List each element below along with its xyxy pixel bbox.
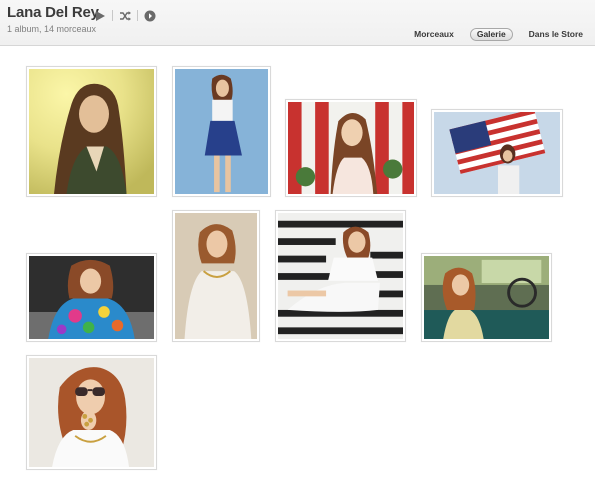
gallery-photo[interactable] (26, 66, 157, 197)
play-icon[interactable] (94, 9, 106, 21)
tab-galerie[interactable]: Galerie (469, 28, 513, 41)
tab-morceaux[interactable]: Morceaux (408, 28, 460, 41)
divider (137, 9, 138, 21)
photo-white-sweater (175, 213, 257, 339)
artist-subtitle: 1 album, 14 morceaux (7, 24, 97, 34)
gallery-photo[interactable] (26, 253, 157, 342)
header-controls (94, 9, 156, 22)
photo-american-flag (434, 112, 560, 194)
gallery-photo[interactable] (285, 99, 417, 197)
divider (112, 9, 113, 21)
gallery-photo[interactable] (421, 253, 552, 342)
gallery-photo[interactable] (26, 355, 157, 470)
artist-header: Lana Del Rey 1 album, 14 morceaux Morcea… (0, 0, 595, 46)
gallery-photo[interactable] (172, 210, 260, 342)
gallery-photo[interactable] (275, 210, 406, 342)
shuffle-icon[interactable] (119, 9, 131, 21)
artist-title: Lana Del Rey (7, 4, 99, 21)
gallery-photo[interactable] (431, 109, 563, 197)
photo-blue-skirt (175, 69, 268, 194)
photo-vintage-car (424, 256, 549, 339)
view-tabs: Morceaux Galerie Dans le Store (408, 28, 589, 41)
photo-red-stripes (288, 102, 414, 194)
photo-colorful-shirt (29, 256, 154, 339)
info-arrow-icon[interactable] (144, 9, 156, 22)
gallery-photo[interactable] (172, 66, 271, 197)
photo-yellow-sunset (29, 69, 154, 194)
photo-striped-chair (278, 213, 403, 339)
photo-sunglasses-rings (29, 358, 154, 467)
tab-dans-le-store[interactable]: Dans le Store (523, 28, 589, 41)
